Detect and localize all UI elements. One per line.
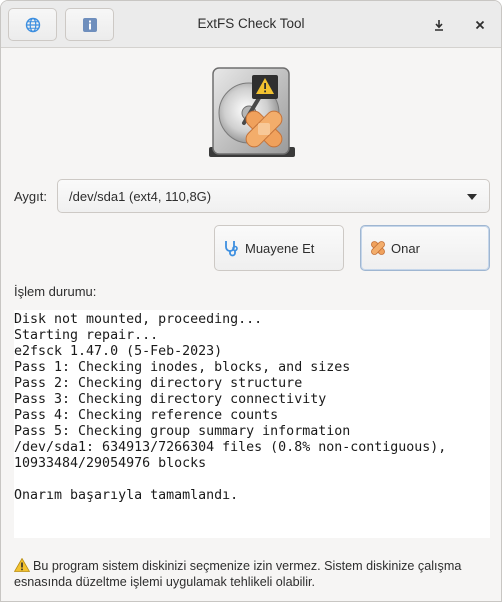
repair-button-label: Onar bbox=[391, 240, 420, 256]
download-button[interactable] bbox=[429, 15, 449, 35]
log-line: Pass 2: Checking directory structure bbox=[14, 376, 303, 391]
header-bar: ExtFS Check Tool bbox=[1, 1, 501, 48]
device-label: Aygıt: bbox=[14, 189, 48, 204]
stethoscope-icon bbox=[225, 241, 238, 257]
language-button[interactable] bbox=[8, 8, 57, 41]
status-log[interactable]: Disk not mounted, proceeding... Starting … bbox=[14, 310, 490, 538]
log-line: Starting repair... bbox=[14, 328, 159, 343]
inspect-button-label: Muayene Et bbox=[245, 240, 315, 256]
log-line: Pass 4: Checking reference counts bbox=[14, 408, 279, 423]
log-line: /dev/sda1: 634913/7266304 files (0.8% no… bbox=[14, 440, 447, 455]
close-button[interactable] bbox=[470, 15, 490, 35]
window-title: ExtFS Check Tool bbox=[197, 16, 305, 31]
chevron-down-icon bbox=[467, 194, 477, 200]
download-icon bbox=[435, 20, 443, 31]
bandage-icon bbox=[371, 241, 385, 255]
close-icon bbox=[475, 20, 485, 30]
log-line: Disk not mounted, proceeding... bbox=[14, 312, 263, 327]
log-line: Pass 3: Checking directory connectivity bbox=[14, 392, 327, 407]
warning-text: Bu program sistem diskinizi seçmenize iz… bbox=[14, 559, 462, 589]
about-button[interactable] bbox=[65, 8, 114, 41]
globe-icon bbox=[25, 17, 40, 32]
repair-button[interactable]: Onar bbox=[360, 225, 490, 271]
log-line: Pass 5: Checking group summary informati… bbox=[14, 424, 351, 439]
device-select[interactable]: /dev/sda1 (ext4, 110,8G) bbox=[57, 179, 490, 213]
app-window: ExtFS Check Tool Aygıt: /dev/sda1 (ext4,… bbox=[0, 0, 502, 602]
log-line: Pass 1: Checking inodes, blocks, and siz… bbox=[14, 360, 351, 375]
warning-notice: Bu program sistem diskinizi seçmenize iz… bbox=[14, 558, 494, 590]
warning-icon bbox=[14, 558, 30, 572]
log-line: e2fsck 1.47.0 (5-Feb-2023) bbox=[14, 344, 223, 359]
log-line: 10933484/29054976 blocks bbox=[14, 456, 207, 471]
inspect-button[interactable]: Muayene Et bbox=[214, 225, 344, 271]
info-icon bbox=[82, 17, 97, 32]
log-line: Onarım başarıyla tamamlandı. bbox=[14, 488, 239, 503]
hard-disk-repair-icon bbox=[209, 67, 295, 157]
status-label: İşlem durumu: bbox=[14, 284, 97, 299]
device-select-value: /dev/sda1 (ext4, 110,8G) bbox=[69, 189, 212, 204]
